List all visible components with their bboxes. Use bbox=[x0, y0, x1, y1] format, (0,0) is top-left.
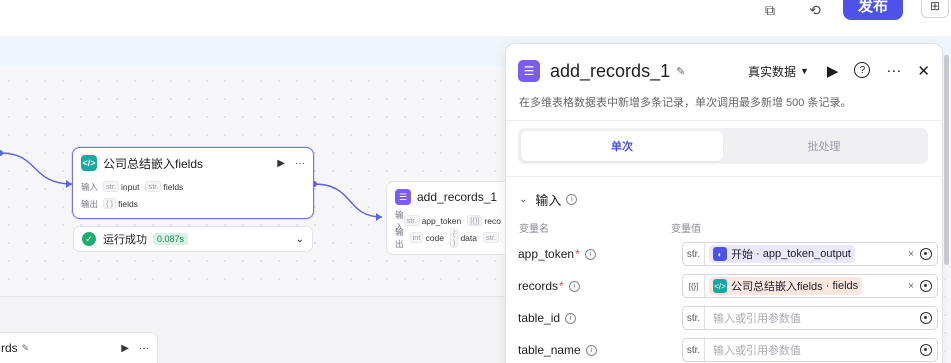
duration-badge: 0.087s bbox=[153, 233, 189, 245]
output-chip: { } data bbox=[449, 227, 477, 248]
run-status-bar[interactable]: ✓ 运行成功 0.087s ⌄ bbox=[73, 226, 313, 252]
param-row-table-id: table_id i str. 输入或引用参数值 bbox=[518, 305, 942, 331]
param-label: table_id i bbox=[518, 311, 670, 325]
data-source-dropdown[interactable]: 真实数据 ▼ bbox=[748, 63, 809, 80]
input-section-header[interactable]: ⌄ 输入 i bbox=[519, 190, 578, 209]
top-toolbar: ⧉ ⟲ 发布 ⊞ bbox=[0, 0, 951, 36]
node-title: rds bbox=[1, 341, 18, 355]
variable-picker-icon[interactable] bbox=[920, 248, 932, 260]
help-icon[interactable]: ? bbox=[854, 62, 871, 78]
close-icon[interactable]: ✕ bbox=[917, 62, 930, 80]
input-chip: str. app_token bbox=[403, 215, 461, 226]
reference-chip[interactable]: </> 公司总结嵌入fields · fields bbox=[709, 277, 863, 295]
info-icon[interactable]: i bbox=[566, 194, 578, 205]
panel-title: add_records_1 bbox=[550, 60, 671, 81]
param-label: table_name i bbox=[518, 343, 670, 357]
chevron-down-icon: ⌄ bbox=[519, 194, 528, 205]
input-chip: str. fields bbox=[145, 181, 183, 192]
node-header: </> 公司总结嵌入fields ▶ ··· bbox=[73, 148, 313, 178]
param-value-field[interactable]: [{}] </> 公司总结嵌入fields · fields × bbox=[682, 274, 938, 298]
expand-icon[interactable]: ⊞ bbox=[921, 0, 949, 18]
info-icon[interactable]: i bbox=[568, 280, 580, 292]
node-config-panel: ☰ add_records_1 ✎ 真实数据 ▼ ▶ ? ··· ✕ 在多维表格… bbox=[505, 43, 943, 363]
info-icon[interactable]: i bbox=[584, 248, 596, 260]
type-tag: str. bbox=[683, 307, 705, 329]
history-icon[interactable]: ⟲ bbox=[802, 0, 828, 20]
copy-icon[interactable]: ⧉ bbox=[757, 0, 783, 20]
edit-icon[interactable]: ✎ bbox=[22, 343, 30, 354]
reference-chip[interactable]: ◐ 开始 · app_token_output bbox=[709, 245, 855, 263]
input-chip: [{}] reco bbox=[467, 215, 501, 226]
run-icon[interactable]: ▶ bbox=[121, 343, 129, 354]
info-icon[interactable]: i bbox=[565, 312, 577, 324]
panel-description: 在多维表格数据表中新增多条记录，单次调用最多新增 500 条记录。 bbox=[519, 97, 852, 109]
clear-icon[interactable]: × bbox=[908, 281, 914, 292]
output-chip: { } fields bbox=[103, 198, 138, 209]
param-row-app-token: app_token * i str. ◐ 开始 · app_token_outpu… bbox=[518, 241, 942, 267]
node-inputs-row: 输入 str. input str. fields bbox=[73, 178, 313, 195]
divider bbox=[506, 120, 942, 121]
output-label: 输出 bbox=[81, 198, 99, 209]
data-source-label: 真实数据 bbox=[747, 64, 796, 79]
param-placeholder: 输入或引用参数值 bbox=[713, 345, 801, 357]
run-icon[interactable]: ▶ bbox=[827, 62, 839, 80]
param-value-field[interactable]: str. ◐ 开始 · app_token_output × bbox=[682, 242, 938, 266]
output-chip: str. bbox=[482, 232, 501, 243]
table-icon: ☰ bbox=[518, 60, 540, 82]
tab-batch[interactable]: 批处理 bbox=[723, 131, 925, 161]
panel-scrollbar[interactable] bbox=[944, 55, 949, 265]
node-outputs-row: 输出 int code { } data str. bbox=[387, 227, 515, 249]
panel-header: ☰ add_records_1 ✎ 真实数据 ▼ ▶ ? ··· ✕ bbox=[518, 58, 930, 84]
param-value-field[interactable]: str. 输入或引用参数值 bbox=[682, 338, 938, 362]
param-label: app_token * i bbox=[518, 247, 670, 261]
publish-button[interactable]: 发布 bbox=[843, 0, 903, 20]
variable-picker-icon[interactable] bbox=[920, 312, 932, 324]
caret-down-icon: ▼ bbox=[799, 66, 809, 76]
mode-tabs: 单次 批处理 bbox=[518, 128, 928, 164]
clear-icon[interactable]: × bbox=[908, 249, 914, 260]
column-header-name: 变量名 bbox=[519, 224, 549, 235]
type-tag: [{}] bbox=[683, 275, 705, 297]
node-outputs-row: 输出 { } fields bbox=[73, 195, 313, 212]
edit-icon[interactable]: ✎ bbox=[676, 65, 685, 78]
param-label: records * i bbox=[518, 279, 670, 293]
variable-picker-icon[interactable] bbox=[920, 344, 932, 356]
section-title: 输入 bbox=[535, 193, 562, 208]
chevron-down-icon[interactable]: ⌄ bbox=[296, 234, 304, 245]
node-partial[interactable]: rds ✎ ▶ ··· bbox=[0, 332, 158, 363]
more-icon[interactable]: ··· bbox=[295, 158, 305, 169]
divider bbox=[506, 176, 942, 177]
tab-single[interactable]: 单次 bbox=[521, 131, 723, 161]
type-tag: str. bbox=[683, 243, 705, 265]
code-icon: </> bbox=[81, 155, 97, 171]
node-title: add_records_1 bbox=[417, 190, 498, 204]
output-label: 输出 bbox=[395, 226, 404, 249]
status-text: 运行成功 bbox=[103, 234, 147, 246]
code-icon: </> bbox=[713, 279, 727, 293]
type-tag: str. bbox=[683, 339, 705, 361]
param-value-field[interactable]: str. 输入或引用参数值 bbox=[682, 306, 938, 330]
param-row-table-name: table_name i str. 输入或引用参数值 bbox=[518, 337, 942, 363]
node-header: rds ✎ ▶ ··· bbox=[0, 333, 157, 363]
input-label: 输入 bbox=[81, 181, 99, 192]
start-node-icon: ◐ bbox=[713, 247, 727, 261]
variable-picker-icon[interactable] bbox=[920, 280, 932, 292]
node-title: 公司总结嵌入fields bbox=[103, 156, 204, 171]
param-placeholder: 输入或引用参数值 bbox=[713, 313, 801, 325]
column-header-value: 变量值 bbox=[671, 224, 701, 235]
table-icon: ☰ bbox=[395, 189, 411, 205]
success-check-icon: ✓ bbox=[82, 232, 96, 246]
input-chip: str. input bbox=[103, 181, 139, 192]
node-add-records[interactable]: ☰ add_records_1 输入 str. app_token [{}] rec… bbox=[386, 181, 516, 255]
info-icon[interactable]: i bbox=[585, 344, 597, 356]
node-embed-fields[interactable]: </> 公司总结嵌入fields ▶ ··· 输入 str. input str.… bbox=[72, 147, 314, 219]
more-icon[interactable]: ··· bbox=[886, 62, 901, 80]
more-icon[interactable]: ··· bbox=[139, 343, 149, 354]
output-chip: int code bbox=[409, 232, 444, 243]
node-header: ☰ add_records_1 bbox=[387, 182, 515, 212]
param-row-records: records * i [{}] </> 公司总结嵌入fields · field… bbox=[518, 273, 942, 299]
run-icon[interactable]: ▶ bbox=[277, 158, 285, 169]
